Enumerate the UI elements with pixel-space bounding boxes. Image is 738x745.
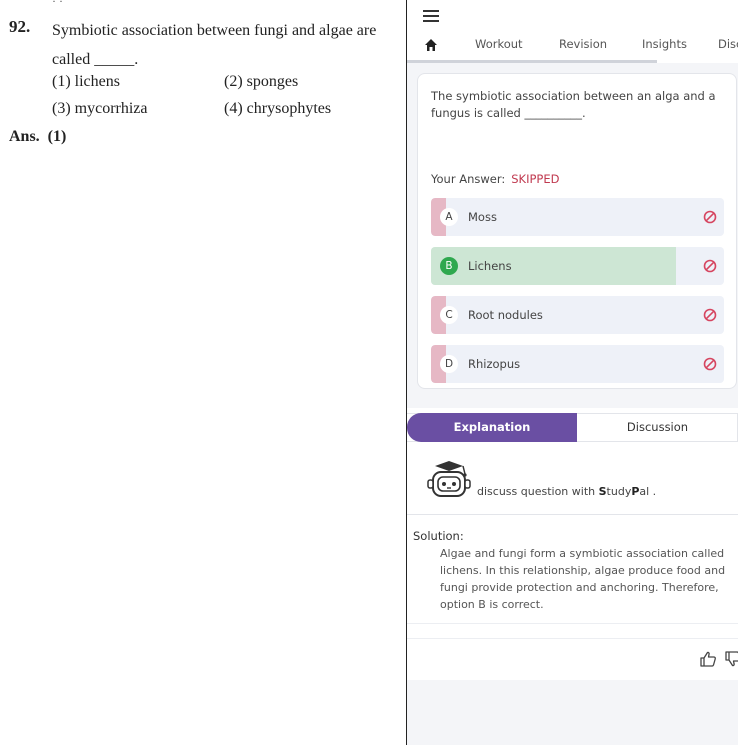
solution-title: Solution: — [413, 529, 464, 543]
page-artifact: · · — [52, 0, 63, 8]
tab-insights[interactable]: Insights — [642, 37, 687, 51]
option-d[interactable]: D Rhizopus — [431, 345, 724, 383]
question-line-1: Symbiotic association between fungi and … — [52, 22, 377, 39]
option-letter: B — [440, 257, 458, 275]
tab-workout[interactable]: Workout — [475, 37, 523, 51]
your-answer-label: Your Answer: — [431, 172, 506, 186]
incorrect-icon — [703, 308, 717, 322]
book-option-1: (1) lichens — [52, 73, 120, 90]
question-text: Symbiotic association between fungi and … — [52, 16, 402, 74]
option-b[interactable]: B Lichens — [431, 247, 724, 285]
option-c[interactable]: C Root nodules — [431, 296, 724, 334]
option-a[interactable]: A Moss — [431, 198, 724, 236]
question-line-2: called _____. — [52, 51, 139, 68]
solution-divider — [407, 514, 738, 515]
hamburger-menu-icon[interactable] — [423, 10, 439, 24]
option-label: Lichens — [468, 259, 512, 273]
app-panel: Workout Revision Insights Disc The symbi… — [407, 0, 738, 745]
feedback-divider — [407, 638, 738, 639]
option-letter: C — [440, 306, 458, 324]
thumbs-down-icon[interactable] — [724, 650, 738, 668]
home-icon[interactable] — [424, 38, 438, 52]
solution-text: Algae and fungi form a symbiotic associa… — [440, 547, 726, 611]
tab-discussion[interactable]: Disc — [718, 37, 738, 51]
solution-divider-bottom — [407, 623, 738, 624]
option-letter: A — [440, 208, 458, 226]
option-label: Rhizopus — [468, 357, 521, 371]
tab-revision[interactable]: Revision — [559, 37, 607, 51]
option-label: Root nodules — [468, 308, 543, 322]
your-answer: Your Answer: SKIPPED — [431, 172, 559, 186]
studypal-robot-icon[interactable] — [425, 460, 473, 500]
bottom-area — [407, 680, 738, 745]
question-card: The symbiotic association between an alg… — [417, 73, 737, 389]
book-option-3: (3) mycorrhiza — [52, 100, 148, 117]
textbook-panel: · · 92. Symbiotic association between fu… — [0, 0, 406, 745]
option-letter: D — [440, 355, 458, 373]
book-option-2: (2) sponges — [224, 73, 299, 90]
your-answer-status: SKIPPED — [511, 172, 560, 186]
book-option-4: (4) chrysophytes — [224, 100, 332, 117]
question-number: 92. — [9, 17, 31, 36]
studypal-link[interactable]: discuss question with StudyPal . — [477, 485, 656, 498]
incorrect-icon — [703, 210, 717, 224]
tab-explanation[interactable]: Explanation — [407, 413, 577, 442]
incorrect-icon — [703, 259, 717, 273]
thumbs-up-icon[interactable] — [699, 650, 717, 668]
book-answer: Ans. (1) — [9, 128, 67, 145]
option-label: Moss — [468, 210, 497, 224]
incorrect-icon — [703, 357, 717, 371]
tab-discussion-sub[interactable]: Discussion — [577, 413, 738, 442]
question-text: The symbiotic association between an alg… — [431, 89, 716, 120]
